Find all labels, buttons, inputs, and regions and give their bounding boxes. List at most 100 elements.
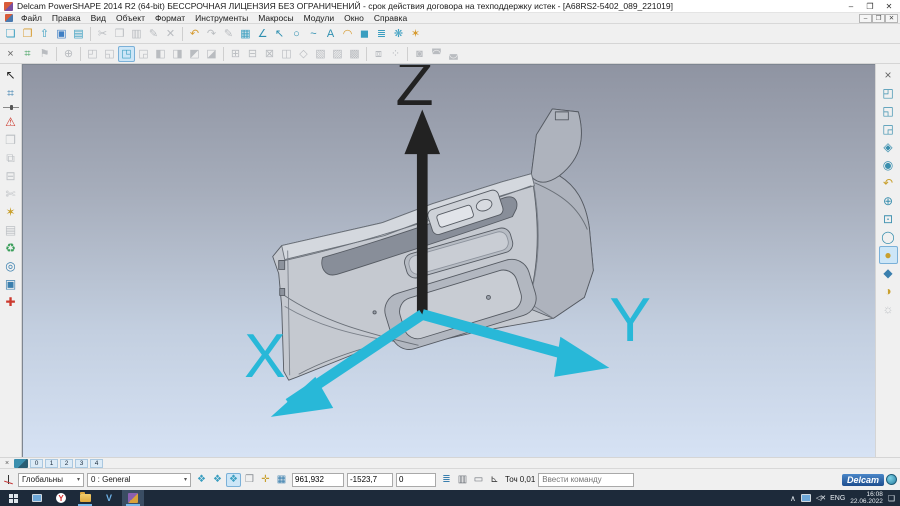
redo-button[interactable]: ↷: [203, 26, 220, 42]
keyboard-input-button[interactable]: ▭: [471, 473, 486, 487]
child-minimize-button[interactable]: –: [859, 14, 872, 23]
feature-pattern-button[interactable]: ⁘: [387, 46, 404, 62]
menu-tools[interactable]: Инструменты: [190, 13, 253, 24]
volume-muted-icon[interactable]: ◁✕: [816, 494, 825, 502]
menu-edit[interactable]: Правка: [47, 13, 86, 24]
menu-file[interactable]: Файл: [16, 13, 47, 24]
close-button[interactable]: ✕: [880, 1, 898, 12]
solid-cylinder-button[interactable]: ◩: [186, 46, 203, 62]
close-toolbar-button[interactable]: ×: [2, 46, 19, 62]
import-file-button[interactable]: ⇧: [36, 26, 53, 42]
level-select[interactable]: 0 : General▾: [87, 473, 191, 487]
snap-wireframe-toggle[interactable]: ❖: [210, 473, 225, 487]
solid-boolean-subtract-button[interactable]: ⊟: [244, 46, 261, 62]
edit-erase-button[interactable]: ✎: [145, 26, 162, 42]
mirror-model-tool[interactable]: ⊟: [1, 167, 20, 185]
create-surface-tool[interactable]: ◠: [339, 26, 356, 42]
print-button[interactable]: ▤: [70, 26, 87, 42]
view-from-button[interactable]: ◈: [879, 138, 898, 156]
paste-button[interactable]: ▥: [128, 26, 145, 42]
delete-button[interactable]: ✕: [162, 26, 179, 42]
view-iso1-button[interactable]: ◰: [879, 84, 898, 102]
boolean-subtract-button[interactable]: ◚: [428, 46, 445, 62]
create-solid-tool[interactable]: ◼: [356, 26, 373, 42]
create-text-tool[interactable]: A: [322, 26, 339, 42]
close-view-toolbar-button[interactable]: ×: [879, 66, 898, 84]
view-iso3-button[interactable]: ◲: [879, 120, 898, 138]
solid-add-button[interactable]: ⊕: [60, 46, 77, 62]
levels-icon[interactable]: [14, 459, 28, 468]
toolbar-slider[interactable]: [3, 104, 19, 111]
grid-toggle[interactable]: ▦: [274, 473, 289, 487]
calculator-button[interactable]: ▥: [455, 473, 470, 487]
shading-options-button[interactable]: ◑: [879, 282, 898, 300]
child-restore-button[interactable]: ❐: [872, 14, 885, 23]
solid-cone-button[interactable]: ◨: [169, 46, 186, 62]
taskbar-powershape[interactable]: [122, 490, 144, 506]
menu-help[interactable]: Справка: [369, 13, 412, 24]
save-model-button[interactable]: ▣: [53, 26, 70, 42]
create-feature-tool[interactable]: ≣: [373, 26, 390, 42]
solid-wedge-button[interactable]: ◧: [152, 46, 169, 62]
position-button[interactable]: ⊾: [487, 473, 502, 487]
menu-modules[interactable]: Модули: [299, 13, 339, 24]
snap-surface-toggle[interactable]: ❖: [226, 473, 241, 487]
minimize-button[interactable]: –: [842, 1, 860, 12]
zoom-box-button[interactable]: ⊡: [879, 210, 898, 228]
view-iso2-button[interactable]: ◱: [879, 102, 898, 120]
copy-button[interactable]: ❒: [111, 26, 128, 42]
workspace-select[interactable]: Глобальны▾: [18, 473, 84, 487]
view-image-button[interactable]: ▦: [237, 26, 254, 42]
coordinate-y-field[interactable]: [347, 473, 393, 487]
solid-boolean-intersect-button[interactable]: ⊠: [261, 46, 278, 62]
workplane-axis-icon[interactable]: [3, 474, 15, 486]
solid-plane-button[interactable]: ◲: [135, 46, 152, 62]
workplane-tool[interactable]: ⌗: [19, 46, 36, 62]
workplane-create-tool[interactable]: ⌗: [1, 84, 20, 102]
menu-object[interactable]: Объект: [111, 13, 150, 24]
smart-surfacer-tool[interactable]: ✶: [1, 203, 20, 221]
create-circle-tool[interactable]: ○: [288, 26, 305, 42]
create-line-tool[interactable]: ∠: [254, 26, 271, 42]
annotation-warning-tool[interactable]: ⚠: [1, 113, 20, 131]
solid-draft-button[interactable]: ▨: [329, 46, 346, 62]
restore-button[interactable]: ❐: [861, 1, 879, 12]
boolean-intersect-button[interactable]: ◛: [445, 46, 462, 62]
headlight-button[interactable]: ☼: [879, 300, 898, 318]
model-doctor-tool[interactable]: ✚: [1, 293, 20, 311]
solid-fillet-button[interactable]: ◫: [278, 46, 295, 62]
menu-view[interactable]: Вид: [86, 13, 111, 24]
dynamic-section-button[interactable]: ◆: [879, 264, 898, 282]
feature-group-button[interactable]: ⧈: [370, 46, 387, 62]
cut-button[interactable]: ✂: [94, 26, 111, 42]
drawing-sheets-tool[interactable]: ▤: [1, 221, 20, 239]
intelligent-cursor-toggle[interactable]: ✛: [258, 473, 273, 487]
create-arrow-tool[interactable]: ↖: [271, 26, 288, 42]
solid-chamfer-button[interactable]: ◇: [295, 46, 312, 62]
notifications-icon[interactable]: ❑: [888, 494, 895, 503]
model-analysis-tool[interactable]: ◎: [1, 257, 20, 275]
wireframe-view-button[interactable]: ◯: [879, 228, 898, 246]
clock[interactable]: 16:08 22.06.2022: [850, 491, 883, 506]
menu-format[interactable]: Формат: [150, 13, 190, 24]
boolean-union-button[interactable]: ◙: [411, 46, 428, 62]
snap-workplane-toggle[interactable]: ❖: [194, 473, 209, 487]
solid-split-button[interactable]: ▩: [346, 46, 363, 62]
trim-region-tool[interactable]: ✄: [1, 185, 20, 203]
item-list-button[interactable]: ≣: [439, 473, 454, 487]
tray-chevron-icon[interactable]: ∧: [790, 494, 796, 503]
command-input[interactable]: [538, 473, 634, 487]
model-compare-tool[interactable]: ⧉: [1, 149, 20, 167]
language-indicator[interactable]: ENG: [830, 495, 845, 502]
select-tool[interactable]: ↖: [1, 66, 20, 84]
surface-compare-tool[interactable]: ❒: [1, 131, 20, 149]
coordinate-z-field[interactable]: [396, 473, 436, 487]
solid-sphere-button[interactable]: ◪: [203, 46, 220, 62]
taskbar-cad-viewer[interactable]: V: [98, 490, 120, 506]
model-info-tool[interactable]: ▣: [1, 275, 20, 293]
level-tab-0[interactable]: 0: [30, 459, 43, 468]
child-close-button[interactable]: ✕: [885, 14, 898, 23]
snap-solid-toggle[interactable]: ❒: [242, 473, 257, 487]
level-tab-2[interactable]: 2: [60, 459, 73, 468]
solid-block-button[interactable]: ◳: [118, 46, 135, 62]
